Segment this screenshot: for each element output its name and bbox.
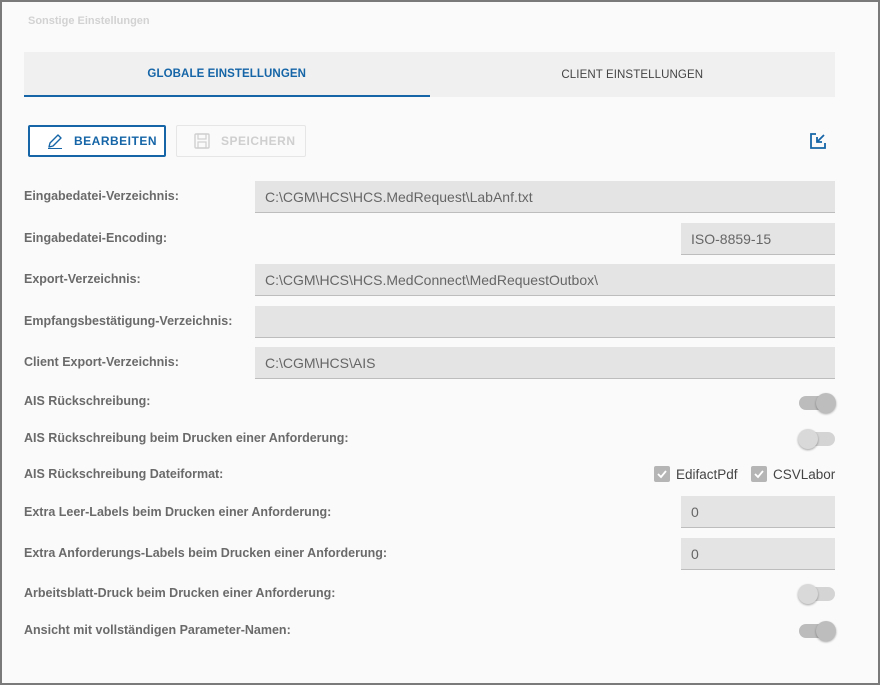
tab-client-settings[interactable]: CLIENT EINSTELLUNGEN: [430, 52, 836, 97]
extra-empty-labels-label: Extra Leer-Labels beim Drucken einer Anf…: [24, 505, 332, 519]
export-icon[interactable]: [808, 131, 828, 151]
edit-button-label: BEARBEITEN: [74, 134, 158, 148]
floppy-disk-icon: [194, 133, 210, 149]
input-dir-label: Eingabedatei-Verzeichnis:: [24, 189, 179, 203]
ais-writeback-print-toggle[interactable]: [798, 429, 835, 449]
client-export-dir-label: Client Export-Verzeichnis:: [24, 355, 179, 369]
settings-panel: Sonstige Einstellungen GLOBALE EINSTELLU…: [0, 0, 880, 685]
extra-empty-labels-field[interactable]: 0: [681, 496, 835, 528]
checkmark-icon: [657, 470, 667, 479]
save-button-label: SPEICHERN: [221, 134, 296, 148]
edifactpdf-label: EdifactPdf: [676, 466, 738, 482]
ais-writeback-toggle[interactable]: [799, 393, 836, 413]
csvlabor-option[interactable]: CSVLabor: [751, 466, 835, 482]
checkmark-icon: [754, 470, 764, 479]
input-encoding-field[interactable]: ISO-8859-15: [681, 223, 835, 255]
input-encoding-label: Eingabedatei-Encoding:: [24, 231, 168, 245]
pencil-icon: [48, 134, 62, 149]
edifactpdf-option[interactable]: EdifactPdf: [654, 466, 738, 482]
toggle-knob: [798, 429, 818, 449]
ais-writeback-label: AIS Rückschreibung:: [24, 394, 151, 408]
edifactpdf-checkbox[interactable]: [654, 466, 670, 482]
edit-button[interactable]: BEARBEITEN: [28, 125, 166, 157]
extra-request-labels-label: Extra Anforderungs-Labels beim Drucken e…: [24, 546, 388, 560]
toggle-knob: [816, 393, 836, 413]
client-export-dir-field[interactable]: C:\CGM\HCS\AIS: [255, 347, 835, 379]
save-button[interactable]: SPEICHERN: [176, 125, 306, 157]
section-title: Sonstige Einstellungen: [28, 15, 150, 27]
full-param-names-toggle[interactable]: [799, 621, 836, 641]
full-param-names-label: Ansicht mit vollständigen Parameter-Name…: [24, 623, 291, 637]
ais-format-label: AIS Rückschreibung Dateiformat:: [24, 467, 224, 481]
worksheet-print-label: Arbeitsblatt-Druck beim Drucken einer An…: [24, 586, 336, 600]
export-dir-field[interactable]: C:\CGM\HCS\HCS.MedConnect\MedRequestOutb…: [255, 264, 835, 296]
csvlabor-label: CSVLabor: [773, 466, 836, 482]
csvlabor-checkbox[interactable]: [751, 466, 767, 482]
toggle-knob: [816, 621, 836, 641]
tab-global-settings[interactable]: GLOBALE EINSTELLUNGEN: [24, 52, 430, 97]
receipt-dir-label: Empfangsbestätigung-Verzeichnis:: [24, 314, 233, 328]
input-dir-field[interactable]: C:\CGM\HCS\HCS.MedRequest\LabAnf.txt: [255, 181, 835, 213]
tab-bar: GLOBALE EINSTELLUNGEN CLIENT EINSTELLUNG…: [24, 52, 835, 97]
export-dir-label: Export-Verzeichnis:: [24, 272, 141, 286]
worksheet-print-toggle[interactable]: [798, 584, 835, 604]
ais-writeback-print-label: AIS Rückschreibung beim Drucken einer An…: [24, 431, 349, 445]
toggle-knob: [798, 584, 818, 604]
extra-request-labels-field[interactable]: 0: [681, 538, 835, 570]
receipt-dir-field[interactable]: [255, 306, 835, 338]
